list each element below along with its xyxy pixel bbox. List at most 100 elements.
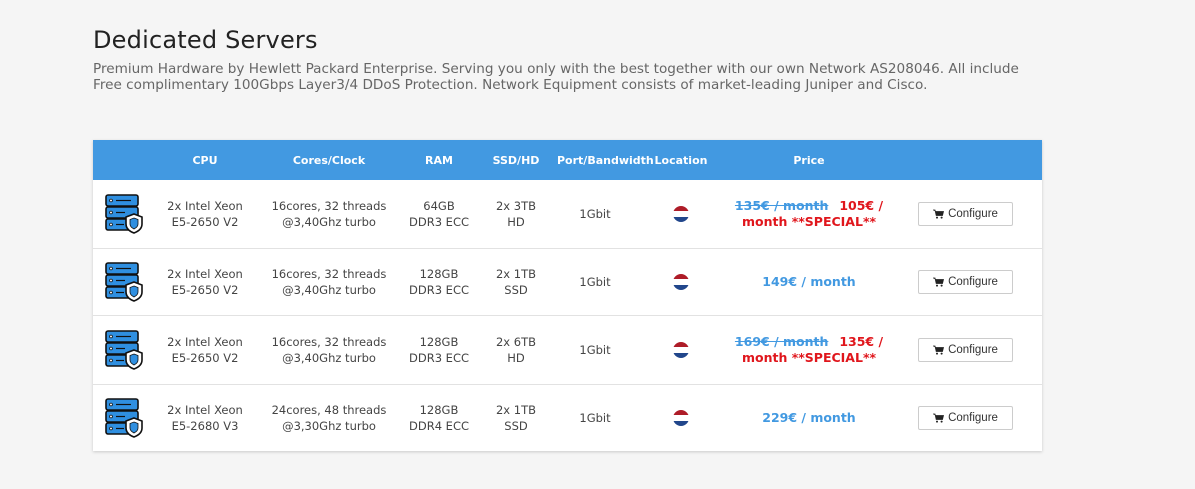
cores-line2: @3,40Ghz turbo: [282, 283, 376, 297]
netherlands-flag-icon: [673, 342, 689, 358]
shopping-cart-icon: [933, 277, 945, 287]
cpu-cell: 2x Intel Xeon E5-2650 V2: [155, 266, 255, 298]
servers-table: CPU Cores/Clock RAM SSD/HD Port/Bandwidt…: [93, 140, 1042, 451]
old-price: 135€ / month: [734, 198, 829, 213]
table-row: 2x Intel Xeon E5-2680 V3 24cores, 48 thr…: [93, 385, 1042, 451]
configure-button-label: Configure: [948, 208, 998, 220]
shopping-cart-icon: [933, 345, 945, 355]
configure-button-label: Configure: [948, 276, 998, 288]
configure-button-label: Configure: [948, 344, 998, 356]
header-port: Port/Bandwidth: [557, 153, 654, 167]
configure-button[interactable]: Configure: [918, 338, 1013, 362]
ram-line1: 128GB: [419, 403, 459, 417]
server-shield-icon: [105, 194, 143, 234]
ram-cell: 128GB DDR3 ECC: [403, 334, 475, 366]
table-header: CPU Cores/Clock RAM SSD/HD Port/Bandwidt…: [93, 140, 1042, 180]
ssd-cell: 2x 3TB HD: [475, 198, 557, 230]
cores-line1: 16cores, 32 threads: [271, 199, 387, 213]
configure-button[interactable]: Configure: [918, 270, 1013, 294]
cpu-cell: 2x Intel Xeon E5-2650 V2: [155, 198, 255, 230]
cores-line2: @3,40Ghz turbo: [282, 215, 376, 229]
cpu-cell: 2x Intel Xeon E5-2680 V3: [155, 402, 255, 434]
server-icon-cell: [93, 262, 155, 302]
cpu-line1: 2x Intel Xeon: [167, 403, 243, 417]
cpu-line2: E5-2650 V2: [171, 283, 239, 297]
ssd-cell: 2x 1TB SSD: [475, 266, 557, 298]
server-shield-icon: [105, 330, 143, 370]
cpu-line1: 2x Intel Xeon: [167, 267, 243, 281]
ram-line2: DDR3 ECC: [409, 283, 469, 297]
server-icon-cell: [93, 330, 155, 370]
table-row: 2x Intel Xeon E5-2650 V2 16cores, 32 thr…: [93, 316, 1042, 385]
shopping-cart-icon: [933, 209, 945, 219]
server-icon-cell: [93, 398, 155, 438]
configure-cell: Configure: [889, 406, 1042, 430]
server-shield-icon: [105, 398, 143, 438]
configure-button-label: Configure: [948, 412, 998, 424]
cpu-line2: E5-2680 V3: [171, 419, 239, 433]
cores-line1: 24cores, 48 threads: [271, 403, 387, 417]
ssd-line2: SSD: [504, 419, 528, 433]
header-cpu: CPU: [192, 153, 218, 167]
ssd-line1: 2x 1TB: [495, 403, 536, 417]
price-cell: 149€ / month: [729, 274, 889, 290]
cpu-cell: 2x Intel Xeon E5-2650 V2: [155, 334, 255, 366]
shopping-cart-icon: [933, 413, 945, 423]
ram-line2: DDR3 ECC: [409, 351, 469, 365]
configure-cell: Configure: [889, 202, 1042, 226]
configure-button[interactable]: Configure: [918, 202, 1013, 226]
price-cell: 229€ / month: [729, 410, 889, 426]
ram-line2: DDR4 ECC: [409, 419, 469, 433]
page-subtitle: Premium Hardware by Hewlett Packard Ente…: [93, 61, 1019, 93]
price: 149€ / month: [762, 274, 856, 289]
header-ram: RAM: [425, 153, 453, 167]
port-cell: 1Gbit: [579, 207, 611, 221]
cores-cell: 16cores, 32 threads @3,40Ghz turbo: [255, 334, 403, 366]
ram-cell: 64GB DDR3 ECC: [403, 198, 475, 230]
configure-cell: Configure: [889, 270, 1042, 294]
location-cell: [633, 410, 729, 426]
configure-button[interactable]: Configure: [918, 406, 1013, 430]
ram-line1: 128GB: [419, 267, 459, 281]
netherlands-flag-icon: [673, 410, 689, 426]
table-body: 2x Intel Xeon E5-2650 V2 16cores, 32 thr…: [93, 180, 1042, 451]
cores-line2: @3,30Ghz turbo: [282, 419, 376, 433]
port-cell: 1Gbit: [579, 411, 611, 425]
header-cores: Cores/Clock: [292, 153, 366, 167]
ssd-cell: 2x 6TB HD: [475, 334, 557, 366]
header-price: Price: [793, 153, 825, 167]
server-icon-cell: [93, 194, 155, 234]
page-header: Dedicated Servers Premium Hardware by He…: [93, 24, 1043, 93]
header-ssd: SSD/HD: [492, 153, 540, 167]
old-price: 169€ / month: [734, 334, 829, 349]
table-row: 2x Intel Xeon E5-2650 V2 16cores, 32 thr…: [93, 249, 1042, 316]
ssd-line2: HD: [507, 215, 525, 229]
cores-line2: @3,40Ghz turbo: [282, 351, 376, 365]
ram-line1: 64GB: [423, 199, 455, 213]
ram-line2: DDR3 ECC: [409, 215, 469, 229]
ssd-line1: 2x 6TB: [495, 335, 536, 349]
location-cell: [633, 342, 729, 358]
location-cell: [633, 206, 729, 222]
cores-cell: 24cores, 48 threads @3,30Ghz turbo: [255, 402, 403, 434]
ssd-line1: 2x 1TB: [495, 267, 536, 281]
page-title: Dedicated Servers: [93, 26, 318, 54]
port-cell: 1Gbit: [579, 275, 611, 289]
ssd-line2: HD: [507, 351, 525, 365]
price-cell: 169€ / month 135€ / month **SPECIAL**: [729, 334, 889, 366]
ram-cell: 128GB DDR4 ECC: [403, 402, 475, 434]
table-row: 2x Intel Xeon E5-2650 V2 16cores, 32 thr…: [93, 180, 1042, 249]
cores-cell: 16cores, 32 threads @3,40Ghz turbo: [255, 198, 403, 230]
cpu-line2: E5-2650 V2: [171, 351, 239, 365]
netherlands-flag-icon: [673, 206, 689, 222]
cpu-line1: 2x Intel Xeon: [167, 335, 243, 349]
header-location: Location: [654, 153, 708, 167]
location-cell: [633, 274, 729, 290]
ram-line1: 128GB: [419, 335, 459, 349]
price-cell: 135€ / month 105€ / month **SPECIAL**: [729, 198, 889, 230]
server-shield-icon: [105, 262, 143, 302]
cores-cell: 16cores, 32 threads @3,40Ghz turbo: [255, 266, 403, 298]
cpu-line1: 2x Intel Xeon: [167, 199, 243, 213]
price: 229€ / month: [762, 410, 856, 425]
cpu-line2: E5-2650 V2: [171, 215, 239, 229]
